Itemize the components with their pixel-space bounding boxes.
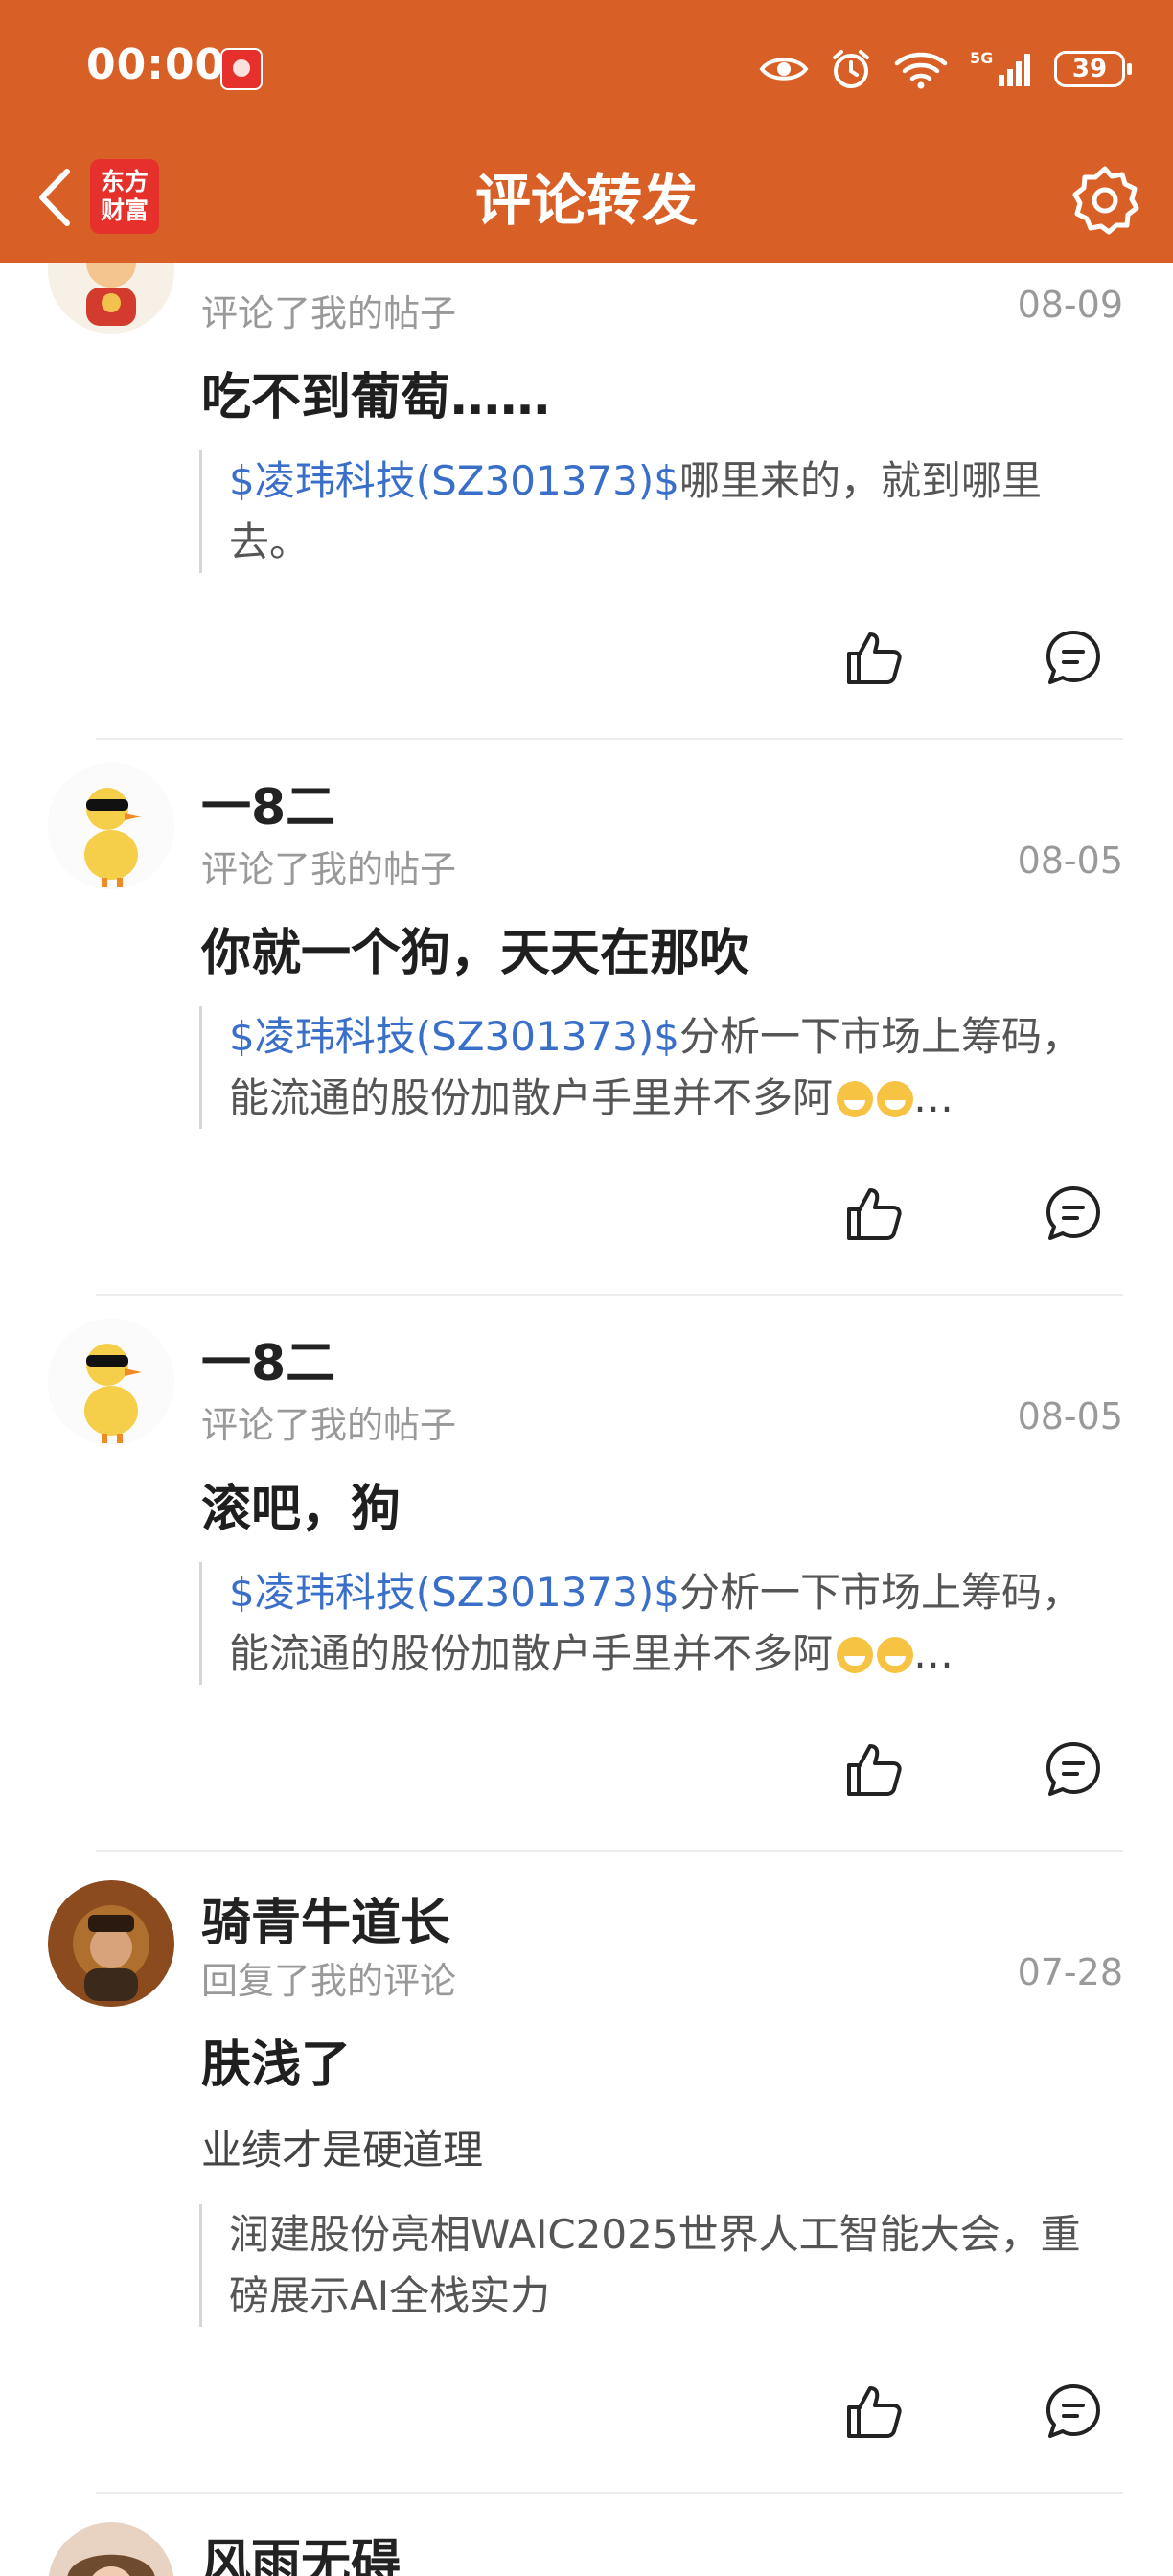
divider bbox=[96, 738, 1123, 740]
battery-level: 39 bbox=[1071, 55, 1108, 83]
action-text: 评论了我的帖子 bbox=[201, 1404, 457, 1446]
gear-icon bbox=[1072, 166, 1139, 235]
divider bbox=[96, 1294, 1123, 1296]
reply-text: 业绩才是硬道理 bbox=[201, 2127, 484, 2174]
status-icons: 5G 39 bbox=[759, 42, 1132, 96]
thumbs-up-icon bbox=[847, 2386, 902, 2438]
comment-icon bbox=[1046, 1186, 1100, 1240]
date: 08-09 bbox=[1017, 284, 1123, 326]
alarm-icon bbox=[833, 50, 869, 88]
stock-link[interactable]: $凌玮科技(SZ301373)$ bbox=[229, 1569, 679, 1616]
like-button[interactable] bbox=[836, 619, 912, 696]
like-button[interactable] bbox=[836, 2373, 912, 2450]
svg-text:5G: 5G bbox=[970, 49, 993, 67]
signal-5g-icon: 5G bbox=[970, 49, 1030, 86]
avatar[interactable] bbox=[48, 1319, 174, 1445]
grin-emoji-icon bbox=[877, 1637, 914, 1673]
date: 08-05 bbox=[1017, 840, 1123, 882]
thumbs-up-icon bbox=[847, 1188, 902, 1240]
quote-text: 润建股份亮相WAIC2025世界人工智能大会，重磅展示AI全栈实力 bbox=[229, 2211, 1081, 2319]
comment-text: 肤浅了 bbox=[201, 2036, 352, 2094]
comment-text: 你就一个狗，天天在那吹 bbox=[201, 925, 750, 982]
thumbs-up-icon bbox=[847, 632, 902, 684]
like-button[interactable] bbox=[836, 1731, 912, 1807]
wifi-icon bbox=[894, 52, 948, 89]
avatar[interactable] bbox=[48, 763, 174, 889]
comment-icon bbox=[1046, 2384, 1100, 2438]
date: 07-28 bbox=[1017, 1951, 1123, 1993]
quoted-post[interactable]: $凌玮科技(SZ301373)$分析一下市场上筹码，能流通的股份加散户手里并不多… bbox=[199, 1562, 1091, 1685]
reply-button[interactable] bbox=[1035, 1731, 1112, 1807]
username: 风雨无碍 bbox=[201, 2535, 402, 2576]
battery-icon: 39 bbox=[1054, 51, 1132, 87]
date: 08-05 bbox=[1017, 1395, 1123, 1438]
divider bbox=[96, 2492, 1123, 2494]
quoted-post[interactable]: $凌玮科技(SZ301373)$哪里来的，就到哪里去。 bbox=[199, 450, 1091, 573]
settings-button[interactable] bbox=[1062, 157, 1148, 243]
like-button[interactable] bbox=[836, 1175, 912, 1252]
thumbs-up-icon bbox=[847, 1744, 902, 1796]
status-time: 00:00 bbox=[86, 40, 226, 89]
comment-text: 吃不到葡萄…… bbox=[201, 369, 551, 426]
stock-link[interactable]: $凌玮科技(SZ301373)$ bbox=[229, 457, 679, 504]
comment-icon bbox=[1046, 631, 1100, 684]
username: 一8二 bbox=[201, 1335, 336, 1392]
reply-button[interactable] bbox=[1035, 1175, 1112, 1252]
grin-emoji-icon bbox=[837, 1637, 874, 1673]
status-bar: 00:00 5G 39 bbox=[0, 0, 1173, 138]
navigation-bar: 东方 财富 评论转发 bbox=[0, 138, 1173, 263]
stock-link[interactable]: $凌玮科技(SZ301373)$ bbox=[229, 1013, 679, 1060]
username: 骑青牛道长 bbox=[201, 1895, 451, 1952]
action-text: 回复了我的评论 bbox=[201, 1960, 457, 2002]
eye-icon bbox=[759, 58, 809, 80]
header: 00:00 5G 39 东方 财富 评论转发 bbox=[0, 0, 1173, 263]
username: 一8二 bbox=[201, 779, 336, 837]
avatar[interactable] bbox=[48, 1880, 174, 2007]
app-notification-icon bbox=[220, 48, 263, 90]
action-text: 评论了我的帖子 bbox=[201, 292, 457, 334]
reply-button[interactable] bbox=[1035, 619, 1112, 696]
action-text: 评论了我的帖子 bbox=[201, 848, 457, 890]
divider bbox=[96, 1850, 1123, 1852]
grin-emoji-icon bbox=[877, 1081, 914, 1117]
quoted-post[interactable]: $凌玮科技(SZ301373)$分析一下市场上筹码，能流通的股份加散户手里并不多… bbox=[199, 1006, 1091, 1129]
quoted-post[interactable]: 润建股份亮相WAIC2025世界人工智能大会，重磅展示AI全栈实力 bbox=[199, 2204, 1091, 2327]
grin-emoji-icon bbox=[837, 1081, 874, 1117]
comment-text: 滚吧，狗 bbox=[201, 1481, 402, 1538]
reply-button[interactable] bbox=[1035, 2373, 1112, 2450]
page-title: 评论转发 bbox=[474, 168, 698, 233]
feed-list[interactable]: 评论了我的帖子 08-09 吃不到葡萄…… $凌玮科技(SZ301373)$哪里… bbox=[0, 0, 1173, 2576]
avatar[interactable] bbox=[48, 2522, 174, 2576]
comment-icon bbox=[1046, 1742, 1100, 1796]
